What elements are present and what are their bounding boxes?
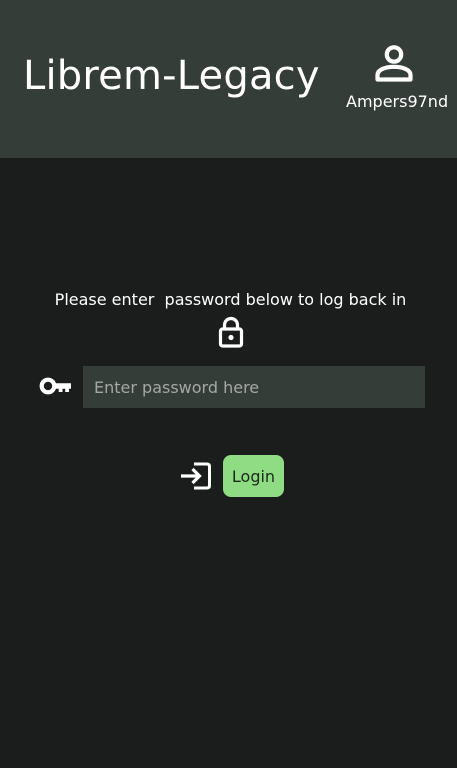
app-header: Librem-Legacy Ampers97nd (0, 0, 457, 158)
password-input[interactable] (83, 366, 425, 408)
login-button[interactable]: Login (223, 455, 284, 497)
user-account-button[interactable]: Ampers97nd (346, 40, 449, 120)
person-icon (375, 45, 413, 82)
login-icon (181, 462, 211, 490)
username: Ampers97nd (346, 92, 449, 111)
key-icon (39, 377, 71, 395)
lock-icon (218, 316, 244, 348)
app-title: Librem-Legacy (23, 53, 320, 99)
login-prompt: Please enter password below to log back … (54, 290, 407, 309)
